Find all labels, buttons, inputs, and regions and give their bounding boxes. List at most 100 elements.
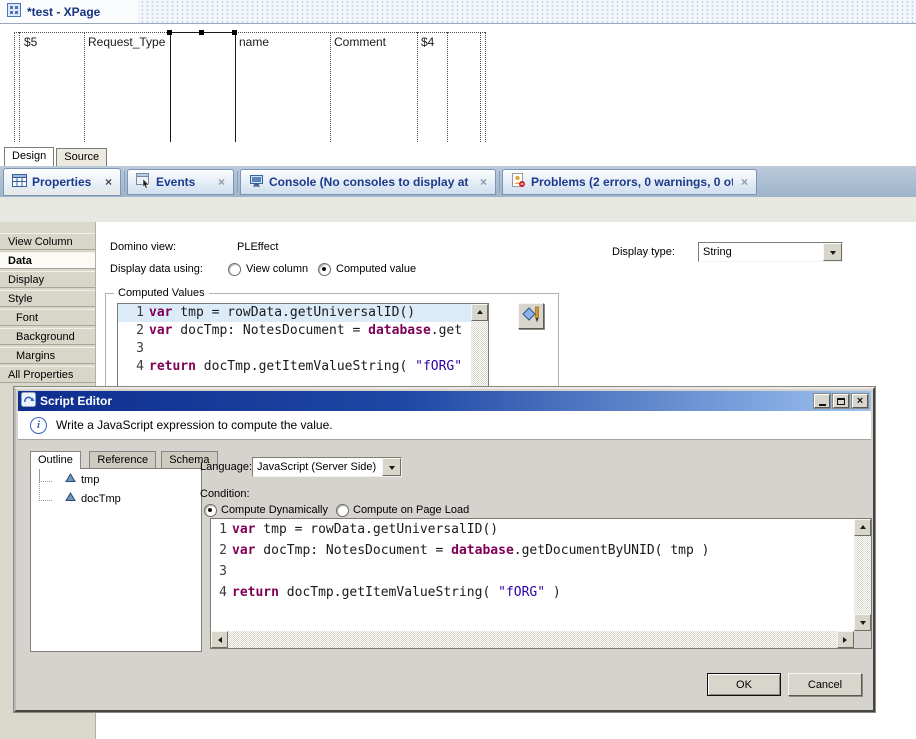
panel-tab-bar: Properties×Events×Console (No consoles t… <box>0 166 916 197</box>
editor-tab-bar: *test - XPage <box>0 0 916 24</box>
maximize-button[interactable] <box>833 394 849 408</box>
display-data-using-label: Display data using: <box>110 263 203 275</box>
code-token: .get <box>431 323 462 338</box>
ok-button[interactable]: OK <box>707 673 781 696</box>
scroll-up-button[interactable] <box>471 304 488 321</box>
code-line: 3 <box>118 340 488 358</box>
compute-on-page-load-radio[interactable] <box>336 504 349 517</box>
code-text: return docTmp.getItemValueString( "fORG" <box>149 358 488 376</box>
view-column-label: name <box>239 35 269 49</box>
code-token: var <box>232 543 255 558</box>
console-icon <box>249 173 264 191</box>
line-number: 1 <box>118 304 149 322</box>
line-number: 4 <box>118 358 149 376</box>
compute-dynamically-label[interactable]: Compute Dynamically <box>221 504 328 516</box>
column-border <box>417 32 418 142</box>
computed-value-radio-label[interactable]: Computed value <box>336 263 416 275</box>
code-token: var <box>149 323 172 338</box>
script-editor-vscrollbar[interactable] <box>854 519 871 631</box>
cancel-button-label: Cancel <box>808 679 842 691</box>
tree-connector <box>39 482 52 501</box>
code-token: docTmp: NotesDocument = <box>172 323 368 338</box>
computed-values-group-title: Computed Values <box>114 287 209 299</box>
panel-tab-properties[interactable]: Properties × <box>3 168 121 196</box>
column-border <box>19 32 20 142</box>
line-number: 3 <box>118 340 149 358</box>
cancel-button[interactable]: Cancel <box>788 673 862 696</box>
computed-value-code-editor[interactable]: 1var tmp = rowData.getUniversalID()2var … <box>117 303 489 389</box>
dialog-titlebar[interactable]: Script Editor × <box>18 391 871 411</box>
script-editor-hscrollbar[interactable] <box>211 631 854 648</box>
line-number: 1 <box>211 519 232 540</box>
sidebar-item-style[interactable]: Style <box>0 290 95 307</box>
tree-item-tmp[interactable]: tmp <box>65 473 99 486</box>
selection-handle[interactable] <box>167 30 172 35</box>
tab-reference[interactable]: Reference <box>89 451 156 468</box>
tree-item-doctmp[interactable]: docTmp <box>65 492 121 505</box>
application-window: *test - XPage $5Request_TypenameComment$… <box>0 0 916 739</box>
open-script-editor-button[interactable] <box>518 303 544 329</box>
view-tab-source[interactable]: Source <box>56 148 107 166</box>
panel-tab-events[interactable]: Events× <box>127 169 234 195</box>
sidebar-item-margins[interactable]: Margins <box>0 347 95 364</box>
code-line: 4return docTmp.getItemValueString( "fORG… <box>211 582 854 603</box>
sidebar-item-font[interactable]: Font <box>0 309 95 326</box>
view-tab-design[interactable]: Design <box>4 147 54 166</box>
editor-tab-xpage[interactable]: *test - XPage <box>0 0 138 23</box>
minimize-button[interactable] <box>814 394 830 408</box>
panel-tab-label: Problems (2 errors, 0 warnings, 0 ot... <box>531 175 733 189</box>
tab-outline[interactable]: Outline <box>30 451 81 469</box>
selection-handle[interactable] <box>199 30 204 35</box>
compute-on-page-load-label[interactable]: Compute on Page Load <box>353 504 469 516</box>
code-text: return docTmp.getItemValueString( "fORG"… <box>232 582 854 603</box>
code-token: "fORG" <box>498 585 545 600</box>
column-border <box>235 32 236 142</box>
language-value: JavaScript (Server Side) <box>253 461 382 473</box>
sidebar-item-display[interactable]: Display <box>0 271 95 288</box>
column-border <box>170 32 171 142</box>
panel-tab-problems[interactable]: Problems (2 errors, 0 warnings, 0 ot...× <box>502 169 757 195</box>
tab-close-icon[interactable]: × <box>97 175 112 189</box>
scroll-left-button[interactable] <box>211 631 228 648</box>
language-dropdown-button[interactable] <box>382 458 401 476</box>
column-border <box>84 32 85 142</box>
code-token: docTmp.getItemValueString( <box>196 359 415 374</box>
xpage-design-canvas[interactable]: $5Request_TypenameComment$4 <box>0 24 916 147</box>
view-column-radio-label[interactable]: View column <box>246 263 308 275</box>
view-column-radio[interactable] <box>228 263 241 276</box>
display-type-label: Display type: <box>612 246 675 258</box>
code-token: var <box>149 305 172 320</box>
panel-toolbar-strip <box>0 197 916 223</box>
view-column-label: Comment <box>334 35 386 49</box>
panel-tab-label: Properties <box>32 175 91 189</box>
scroll-right-button[interactable] <box>837 631 854 648</box>
code-text: var docTmp: NotesDocument = database.get <box>149 322 488 340</box>
close-button[interactable]: × <box>852 394 868 408</box>
code-text: var docTmp: NotesDocument = database.get… <box>232 540 854 561</box>
sidebar-item-data[interactable]: Data <box>0 252 95 269</box>
line-number: 2 <box>211 540 232 561</box>
code-line: 1var tmp = rowData.getUniversalID() <box>118 304 488 322</box>
display-type-select[interactable]: String <box>698 242 843 262</box>
domino-view-label: Domino view: <box>110 241 176 253</box>
tab-close-icon[interactable]: × <box>472 175 487 189</box>
code-text <box>232 561 854 582</box>
language-select[interactable]: JavaScript (Server Side) <box>252 457 402 477</box>
script-code-editor[interactable]: 1var tmp = rowData.getUniversalID()2var … <box>210 518 872 649</box>
panel-tab-console[interactable]: Console (No consoles to display at t...× <box>240 169 496 195</box>
code-editor-vscrollbar[interactable] <box>471 304 488 388</box>
sidebar-item-background[interactable]: Background <box>0 328 95 345</box>
compute-dynamically-radio[interactable] <box>204 504 217 517</box>
display-type-dropdown-button[interactable] <box>823 243 842 261</box>
selection-handle[interactable] <box>232 30 237 35</box>
tab-separator <box>499 171 500 191</box>
dialog-body: OutlineReferenceSchema tmpdocTmp Languag… <box>18 440 871 708</box>
scroll-down-button[interactable] <box>854 614 871 631</box>
computed-value-radio[interactable] <box>318 263 331 276</box>
sidebar-item-all-properties[interactable]: All Properties <box>0 366 95 383</box>
tab-close-icon[interactable]: × <box>210 175 225 189</box>
tab-close-icon[interactable]: × <box>733 175 748 189</box>
sidebar-item-view-column[interactable]: View Column <box>0 233 95 250</box>
scroll-up-button[interactable] <box>854 519 871 536</box>
code-token: tmp = rowData.getUniversalID() <box>172 305 415 320</box>
